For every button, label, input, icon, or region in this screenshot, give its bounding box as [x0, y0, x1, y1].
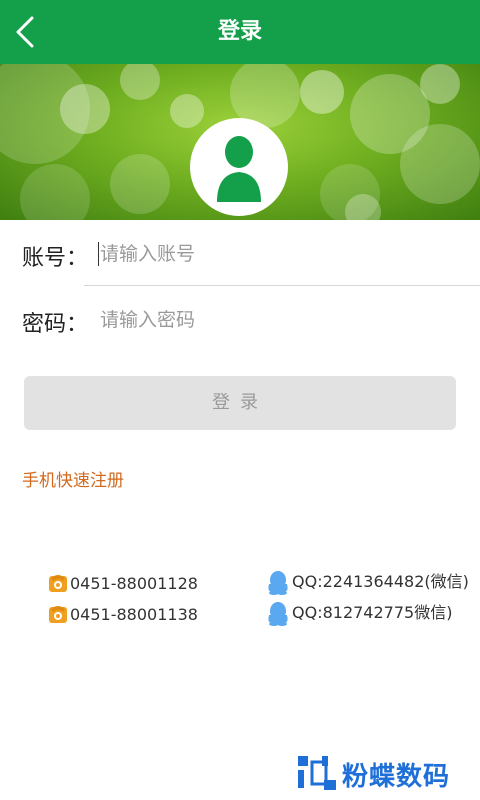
contact-phone-1[interactable]: 0451-88001128 — [48, 572, 238, 596]
password-label: 密码： — [22, 312, 89, 337]
banner-decoration — [20, 164, 90, 220]
login-button[interactable]: 登录 — [24, 376, 456, 430]
account-label: 账号： — [22, 246, 89, 271]
divider — [84, 285, 480, 286]
back-button[interactable] — [0, 0, 60, 64]
banner-decoration — [110, 154, 170, 214]
phone-icon — [49, 575, 67, 592]
contact-phone-2[interactable]: 0451-88001138 — [48, 603, 238, 627]
contact-text: 0451-88001138 — [70, 605, 198, 624]
logo-icon — [298, 756, 336, 790]
banner-decoration — [60, 84, 110, 134]
qq-icon — [268, 602, 288, 626]
banner-decoration — [400, 124, 480, 204]
avatar — [190, 118, 288, 216]
watermark-text: 粉蝶数码 — [342, 762, 451, 792]
account-input[interactable] — [96, 234, 460, 274]
contact-text: 0451-88001128 — [70, 574, 198, 593]
qq-icon — [268, 571, 288, 595]
text-caret — [98, 242, 99, 266]
banner-decoration — [300, 70, 344, 114]
top-bar: 登录 — [0, 0, 480, 64]
register-link[interactable]: 手机快速注册 — [22, 466, 124, 491]
password-input[interactable] — [96, 300, 460, 340]
contact-qq-2[interactable]: QQ:812742775微信) — [266, 601, 466, 626]
contact-text: QQ:812742775微信) — [292, 603, 453, 622]
user-avatar-icon — [217, 136, 261, 202]
contact-qq-1[interactable]: QQ:2241364482(微信) — [266, 570, 469, 595]
banner-decoration — [120, 64, 160, 100]
watermark: 粉蝶数码 — [296, 754, 449, 794]
header-banner — [0, 64, 480, 220]
chevron-left-icon — [16, 16, 34, 48]
banner-decoration — [420, 64, 460, 104]
page-title: 登录 — [217, 19, 262, 44]
phone-icon — [49, 606, 67, 623]
contact-text: QQ:2241364482(微信) — [292, 572, 469, 591]
